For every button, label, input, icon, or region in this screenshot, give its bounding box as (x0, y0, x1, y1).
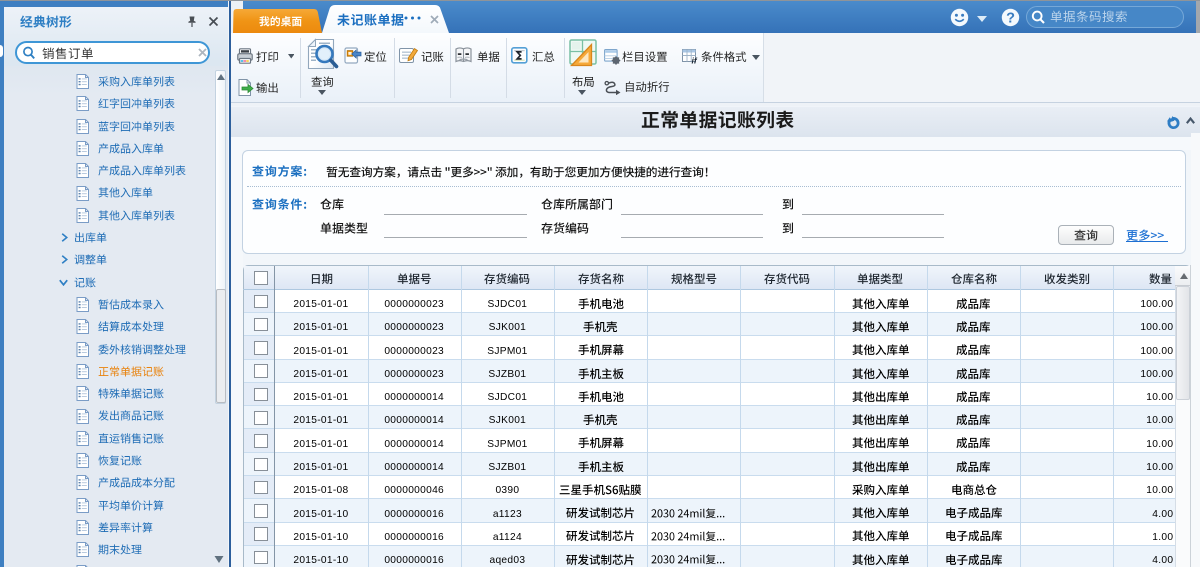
svg-text:if: if (692, 56, 698, 66)
svg-text:?: ? (1006, 11, 1015, 27)
